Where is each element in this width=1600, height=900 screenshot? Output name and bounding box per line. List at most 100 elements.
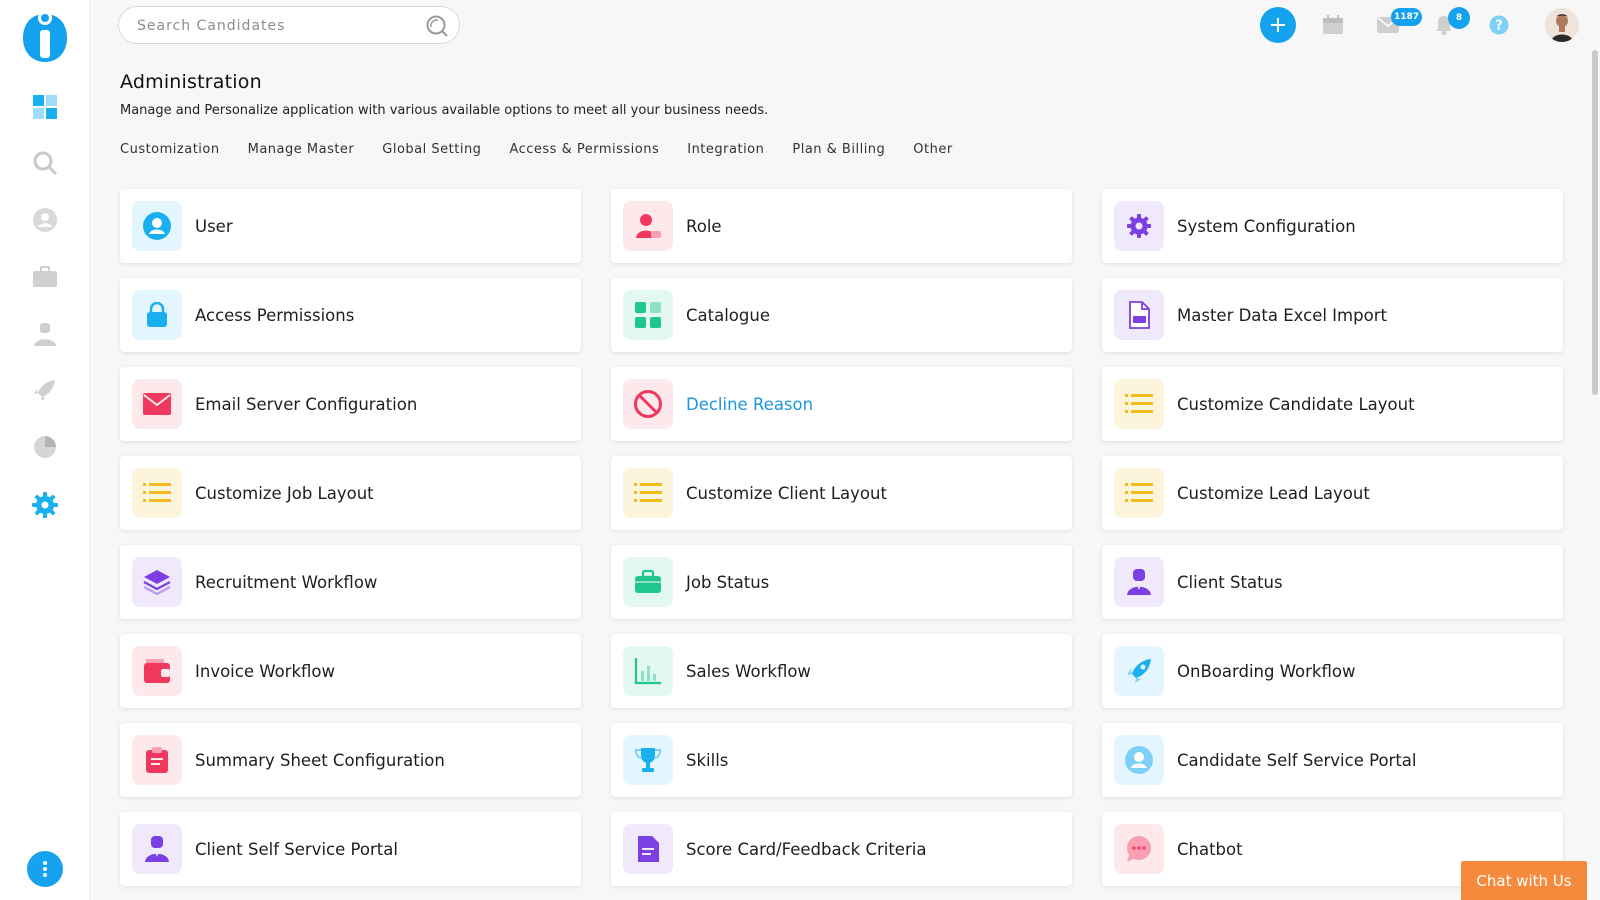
list-icon [1114,468,1164,518]
more-options-button[interactable] [27,851,63,887]
dashboard-icon[interactable] [29,91,61,123]
card-label: User [195,216,233,236]
card-label: Client Status [1177,572,1283,592]
role-icon [623,201,673,251]
user-icon [132,201,182,251]
help-icon[interactable]: ? [1485,11,1513,39]
card-client-status[interactable]: Client Status [1102,545,1563,619]
tab-integration[interactable]: Integration [687,142,764,157]
card-label: Chatbot [1177,839,1243,859]
user-avatar[interactable] [1545,8,1579,42]
grid-icon [623,290,673,340]
tab-other[interactable]: Other [913,142,952,157]
card-label: Customize Lead Layout [1177,483,1370,503]
briefcase-icon [623,557,673,607]
reports-icon[interactable] [29,431,61,463]
card-access-permissions[interactable]: Access Permissions [120,278,581,352]
layers-icon [132,557,182,607]
jobs-icon[interactable] [29,261,61,293]
user-icon [1114,735,1164,785]
notification-count-badge: 8 [1448,7,1470,29]
list-icon [1114,379,1164,429]
card-label: Job Status [686,572,770,592]
tab-global-setting[interactable]: Global Setting [382,142,481,157]
card-label: Catalogue [686,305,770,325]
card-customize-lead-layout[interactable]: Customize Lead Layout [1102,456,1563,530]
chat-with-us-button[interactable]: Chat with Us [1461,861,1587,900]
client-icon[interactable] [29,318,61,350]
chat-bubble-icon [1114,824,1164,874]
envelope-icon [132,379,182,429]
tab-bar: Customization Manage Master Global Setti… [120,142,981,157]
card-master-data-excel-import[interactable]: Master Data Excel Import [1102,278,1563,352]
trophy-icon [623,735,673,785]
card-label: Sales Workflow [686,661,811,681]
card-label: Customize Client Layout [686,483,887,503]
card-role[interactable]: Role [611,189,1072,263]
scrollbar[interactable] [1592,50,1598,395]
search-bar [118,6,460,44]
card-customize-candidate-layout[interactable]: Customize Candidate Layout [1102,367,1563,441]
client-icon [1114,557,1164,607]
svg-text:?: ? [1495,19,1503,34]
card-score-card-feedback-criteria[interactable]: Score Card/Feedback Criteria [611,812,1072,886]
card-recruitment-workflow[interactable]: Recruitment Workflow [120,545,581,619]
sidebar [0,0,90,900]
card-catalogue[interactable]: Catalogue [611,278,1072,352]
tab-access-permissions[interactable]: Access & Permissions [509,142,659,157]
page-title: Administration [120,71,262,93]
card-label: Decline Reason [686,394,814,414]
card-user[interactable]: User [120,189,581,263]
client-icon [132,824,182,874]
search-icon[interactable] [425,14,449,38]
card-job-status[interactable]: Job Status [611,545,1072,619]
candidate-icon[interactable] [29,204,61,236]
gear-icon [1114,201,1164,251]
list-icon [132,468,182,518]
lock-icon [132,290,182,340]
card-summary-sheet-configuration[interactable]: Summary Sheet Configuration [120,723,581,797]
calendar-icon[interactable] [1319,11,1347,39]
card-email-server-configuration[interactable]: Email Server Configuration [120,367,581,441]
card-sales-workflow[interactable]: Sales Workflow [611,634,1072,708]
card-label: Customize Candidate Layout [1177,394,1415,414]
card-customize-job-layout[interactable]: Customize Job Layout [120,456,581,530]
card-label: Recruitment Workflow [195,572,378,592]
card-customize-client-layout[interactable]: Customize Client Layout [611,456,1072,530]
page-subtitle: Manage and Personalize application with … [120,103,769,118]
card-skills[interactable]: Skills [611,723,1072,797]
settings-icon[interactable] [29,489,61,521]
bar-chart-icon [623,646,673,696]
mail-count-badge: 1187 [1391,8,1423,26]
add-button[interactable] [1260,7,1296,43]
card-label: Invoice Workflow [195,661,336,681]
card-label: OnBoarding Workflow [1177,661,1356,681]
card-decline-reason[interactable]: Decline Reason [611,367,1072,441]
document-icon [623,824,673,874]
card-label: Email Server Configuration [195,394,418,414]
tab-manage-master[interactable]: Manage Master [248,142,355,157]
card-label: Customize Job Layout [195,483,374,503]
search-input[interactable] [137,15,407,37]
card-label: Score Card/Feedback Criteria [686,839,927,859]
card-label: Candidate Self Service Portal [1177,750,1417,770]
card-label: Skills [686,750,729,770]
search-icon[interactable] [29,147,61,179]
card-label: Client Self Service Portal [195,839,398,859]
card-onboarding-workflow[interactable]: OnBoarding Workflow [1102,634,1563,708]
card-label: Role [686,216,722,236]
rocket-icon [1114,646,1164,696]
card-client-self-service-portal[interactable]: Client Self Service Portal [120,812,581,886]
xls-file-icon [1114,290,1164,340]
app-logo[interactable] [19,8,71,64]
rocket-icon[interactable] [29,374,61,406]
card-candidate-self-service-portal[interactable]: Candidate Self Service Portal [1102,723,1563,797]
list-icon [623,468,673,518]
card-invoice-workflow[interactable]: Invoice Workflow [120,634,581,708]
tab-customization[interactable]: Customization [120,142,220,157]
ban-icon [623,379,673,429]
card-label: System Configuration [1177,216,1356,236]
tab-plan-billing[interactable]: Plan & Billing [792,142,885,157]
admin-options-grid: User Role System Configuration Access Pe… [120,189,1565,886]
card-system-configuration[interactable]: System Configuration [1102,189,1563,263]
